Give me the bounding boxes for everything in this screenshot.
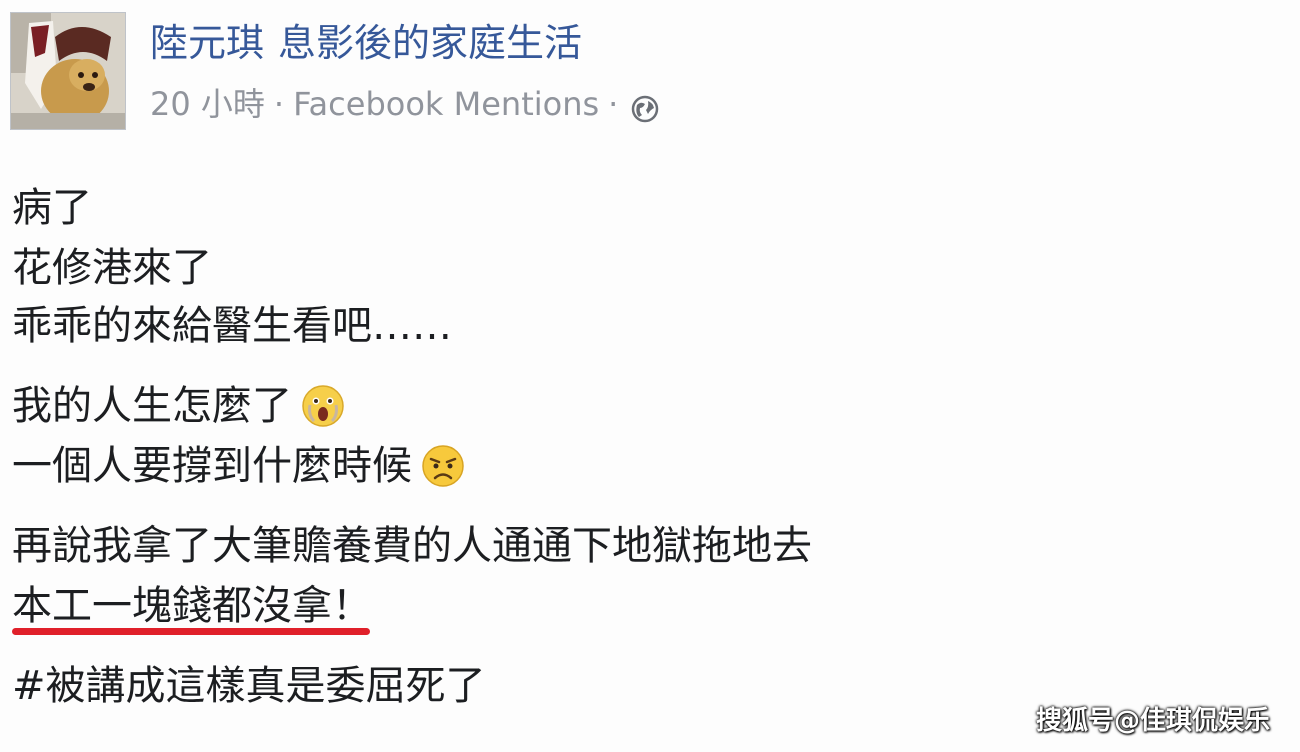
meta-separator: · [608,85,619,123]
post-line: 再說我拿了大筆贍養費的人通通下地獄拖地去 [12,523,812,569]
post-source-link[interactable]: Facebook Mentions [293,82,599,126]
author-avatar[interactable] [10,12,126,130]
post-line-text: 我的人生怎麼了 [12,383,292,429]
meta-separator: · [273,85,285,123]
post-header-title: 陸元琪 息影後的家庭生活 [150,18,582,68]
author-name-link[interactable]: 陸元琪 [150,21,264,65]
post-meta: 20 小時 · Facebook Mentions · [150,82,659,126]
shocked-face-emoji [300,383,346,429]
post-timestamp[interactable]: 20 小時 [150,82,265,126]
post-line-with-emoji: 一個人要撐到什麼時候 [12,436,466,496]
post-line: 乖乖的來給醫生看吧…… [12,303,452,349]
post-line-text: 一個人要撐到什麼時候 [12,443,412,489]
avatar-photo [11,13,125,129]
post-line-underlined: 本工一塊錢都沒拿！ [12,583,372,629]
red-underline-annotation [12,628,370,635]
post-line: 花修港來了 [12,245,212,291]
worried-face-emoji [420,443,466,489]
post-hashtag-line[interactable]: #被講成這樣真是委屈死了 [12,656,486,716]
post-line: 病了 [12,185,92,231]
source-watermark: 搜狐号@佳琪侃娱乐 [1035,706,1270,736]
group-name-link[interactable]: 息影後的家庭生活 [278,21,582,65]
post-line-with-emoji: 我的人生怎麼了 [12,376,346,436]
globe-icon[interactable] [631,90,659,123]
